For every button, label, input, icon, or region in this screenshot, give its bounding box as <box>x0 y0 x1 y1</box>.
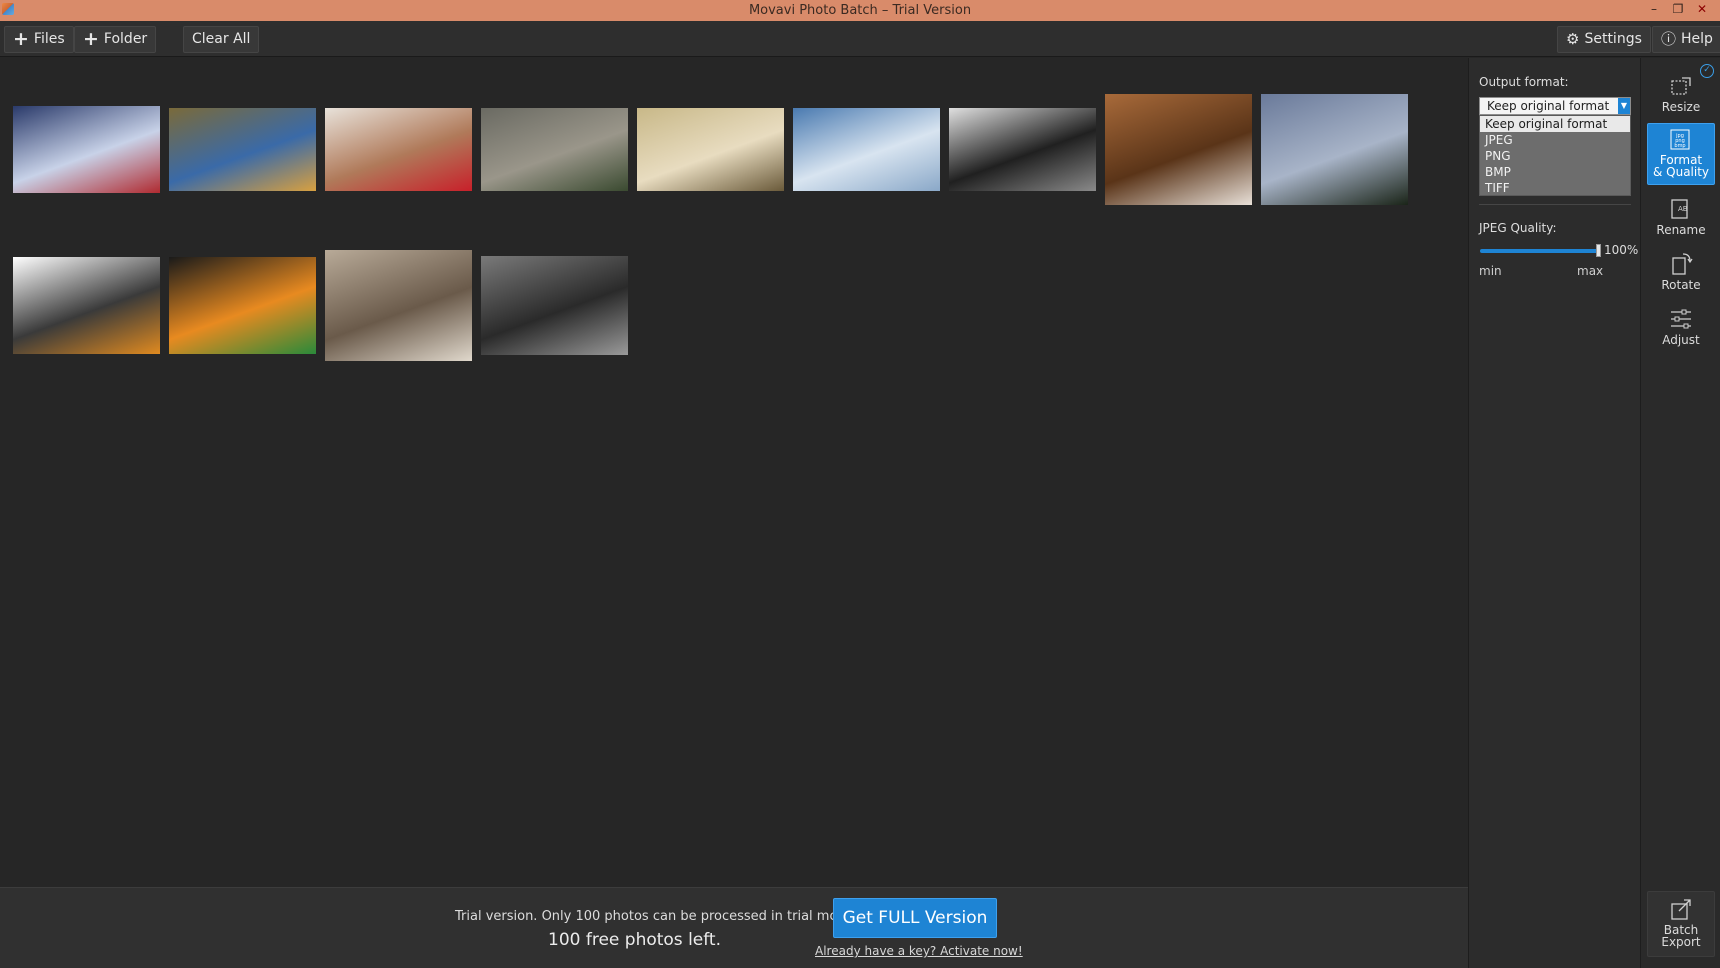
selected-format: Keep original format <box>1487 99 1610 113</box>
trial-bar: Trial version. Only 100 photos can be pr… <box>0 887 1468 968</box>
export-label: Export <box>1661 935 1701 949</box>
sliders-icon <box>1671 309 1691 329</box>
settings-label: Settings <box>1584 31 1642 47</box>
slider-min-label: min <box>1479 264 1502 278</box>
output-format-select[interactable]: Keep original format ▼ <box>1479 97 1631 115</box>
adjust-tool[interactable]: Adjust <box>1647 301 1715 363</box>
format-option-bmp[interactable]: BMP <box>1480 164 1630 180</box>
plus-icon: + <box>83 27 99 50</box>
clear-all-label: Clear All <box>192 31 251 47</box>
resize-label: Resize <box>1661 100 1701 114</box>
photo-thumbnail[interactable] <box>325 108 472 191</box>
rotate-tool[interactable]: Rotate <box>1647 246 1715 308</box>
format-dropdown: Keep original format JPEG PNG BMP TIFF <box>1479 115 1631 196</box>
slider-max-label: max <box>1577 264 1604 278</box>
format-option-png[interactable]: PNG <box>1480 148 1630 164</box>
photo-thumbnail[interactable] <box>793 108 940 191</box>
help-button[interactable]: ⓘ Help <box>1652 26 1720 53</box>
photo-thumbnail[interactable] <box>169 108 316 191</box>
add-files-button[interactable]: + Files <box>4 26 74 53</box>
photo-thumbnail[interactable] <box>13 106 160 193</box>
clear-all-button[interactable]: Clear All <box>183 26 260 53</box>
add-folder-button[interactable]: + Folder <box>74 26 157 53</box>
minimize-icon[interactable]: – <box>1642 0 1666 21</box>
format-option-keep-original[interactable]: Keep original format <box>1480 116 1630 132</box>
add-folder-label: Folder <box>103 31 148 47</box>
gear-icon: ⚙ <box>1566 30 1580 48</box>
adjust-label: Adjust <box>1662 333 1700 347</box>
format-quality-tool[interactable]: jpg png bmp Format & Quality <box>1647 123 1715 185</box>
activate-link[interactable]: Already have a key? Activate now! <box>815 944 1023 958</box>
format-icon: jpg png bmp <box>1670 129 1690 150</box>
photo-thumbnail[interactable] <box>13 257 160 354</box>
help-icon: ⓘ <box>1661 30 1677 48</box>
svg-text:bmp: bmp <box>1674 143 1685 149</box>
settings-button[interactable]: ⚙ Settings <box>1557 26 1651 53</box>
photo-thumbnail[interactable] <box>481 108 628 191</box>
toolbar: + Files + Folder Clear All ⚙ Settings ⓘ … <box>0 21 1720 57</box>
tools-sidebar: ✓ Resize jpg png bmp Format & Quality AB… <box>1640 58 1720 968</box>
free-photos-left: 100 free photos left. <box>548 930 722 950</box>
close-icon[interactable]: ✕ <box>1690 0 1714 21</box>
photo-thumbnail[interactable] <box>169 257 316 354</box>
help-label: Help <box>1681 31 1713 47</box>
svg-text:AB: AB <box>1678 205 1688 213</box>
app-window: Movavi Photo Batch – Trial Version – ❐ ✕… <box>0 0 1720 968</box>
window-controls: – ❐ ✕ <box>1642 0 1714 21</box>
photo-thumbnail[interactable] <box>1105 94 1252 205</box>
format-option-jpeg[interactable]: JPEG <box>1480 132 1630 148</box>
format-option-tiff[interactable]: TIFF <box>1480 180 1630 196</box>
jpeg-quality-label: JPEG Quality: <box>1479 221 1557 235</box>
add-files-label: Files <box>33 31 65 47</box>
chevron-down-icon[interactable]: ▼ <box>1618 98 1630 114</box>
rotate-label: Rotate <box>1661 278 1701 292</box>
photo-thumbnail[interactable] <box>1261 94 1408 205</box>
batch-export-button[interactable]: Batch Export <box>1647 891 1715 957</box>
restore-icon[interactable]: ❐ <box>1666 0 1690 21</box>
title-bar: Movavi Photo Batch – Trial Version – ❐ ✕ <box>0 0 1720 21</box>
quality-label: & Quality <box>1652 165 1710 179</box>
photo-grid <box>0 58 1468 888</box>
get-full-version-button[interactable]: Get FULL Version <box>833 898 997 938</box>
rename-label: Rename <box>1656 223 1706 237</box>
rename-tool[interactable]: AB Rename <box>1647 191 1715 253</box>
output-format-label: Output format: <box>1479 75 1569 89</box>
export-icon <box>1671 899 1691 920</box>
photo-thumbnail[interactable] <box>637 108 784 191</box>
format-settings-panel: Output format: Keep original format ▼ Ke… <box>1468 58 1640 968</box>
jpeg-quality-value: 100% <box>1604 243 1639 257</box>
window-title: Movavi Photo Batch – Trial Version <box>748 3 972 18</box>
trial-notice: Trial version. Only 100 photos can be pr… <box>455 909 858 924</box>
photo-thumbnail[interactable] <box>949 108 1096 191</box>
app-logo-icon <box>2 3 14 15</box>
resize-icon <box>1671 77 1691 95</box>
photo-thumbnail[interactable] <box>325 250 472 361</box>
photo-thumbnail[interactable] <box>481 256 628 355</box>
jpeg-quality-slider-handle[interactable] <box>1596 244 1601 257</box>
rename-icon: AB <box>1671 199 1688 219</box>
divider <box>1479 204 1631 205</box>
rotate-icon <box>1672 253 1693 275</box>
plus-icon: + <box>13 27 29 50</box>
jpeg-quality-slider[interactable] <box>1480 249 1598 253</box>
resize-tool[interactable]: Resize <box>1647 68 1715 130</box>
